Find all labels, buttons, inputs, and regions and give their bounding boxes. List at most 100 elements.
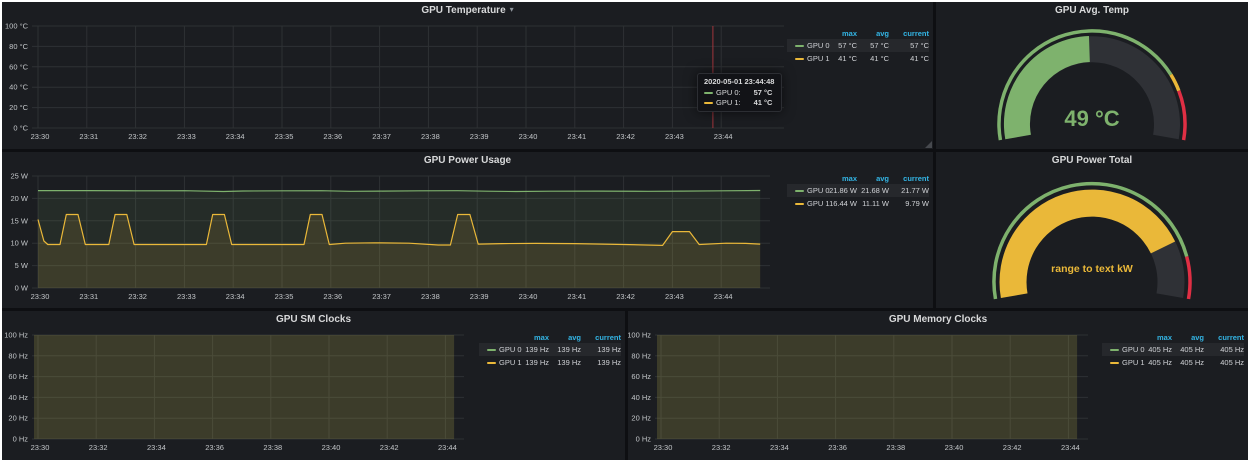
- legend-column-max: max: [1138, 332, 1172, 343]
- gauge-value: range to text kW: [936, 263, 1248, 275]
- tooltip-series-value: 57 °C: [754, 88, 773, 97]
- x-tick-label: 23:34: [770, 443, 789, 452]
- legend-value: 21.86 W: [823, 184, 857, 197]
- x-tick-label: 23:44: [714, 292, 733, 301]
- series-color-dash-icon: [795, 58, 804, 60]
- legend-series-gpu-1[interactable]: GPU 1: [787, 52, 823, 65]
- x-tick-label: 23:31: [79, 132, 98, 141]
- legend-value: 139 Hz: [549, 356, 581, 369]
- tooltip-series-label: GPU 1:: [716, 98, 741, 107]
- x-tick-label: 23:36: [205, 443, 224, 452]
- panel-header-gpu-sm-clocks[interactable]: GPU SM Clocks: [2, 311, 625, 327]
- series-color-dash-icon: [795, 45, 804, 47]
- series-line-gpu-0: [38, 191, 760, 192]
- y-tick-label: 0 Hz: [13, 435, 29, 444]
- x-tick-label: 23:30: [31, 292, 50, 301]
- legend-series-gpu-0[interactable]: GPU 0: [787, 184, 823, 197]
- series-color-dash-icon: [1110, 349, 1119, 351]
- screenshot-frame: GPU Temperature ▾ 0 °C20 °C40 °C60 °C80 …: [0, 0, 1250, 462]
- x-tick-label: 23:35: [275, 132, 294, 141]
- legend-series-gpu-1[interactable]: GPU 1: [787, 197, 823, 210]
- x-tick-label: 23:38: [263, 443, 282, 452]
- gpu_power_total-gauge-arc: [936, 168, 1248, 308]
- legend-table: maxavgcurrentGPU 0139 Hz139 Hz139 HzGPU …: [479, 332, 621, 369]
- x-tick-label: 23:42: [616, 132, 635, 141]
- panel-menu-caret-icon[interactable]: ▾: [510, 6, 514, 14]
- x-tick-label: 23:42: [1003, 443, 1022, 452]
- legend-table: maxavgcurrentGPU 0405 Hz405 Hz405 HzGPU …: [1102, 332, 1244, 369]
- legend-series-gpu-0[interactable]: GPU 0: [479, 343, 515, 356]
- gpu-temperature-legend: maxavgcurrentGPU 057 °C57 °C57 °CGPU 141…: [787, 18, 933, 149]
- legend-series-gpu-0[interactable]: GPU 0: [1102, 343, 1138, 356]
- x-tick-label: 23:40: [945, 443, 964, 452]
- x-tick-label: 23:43: [665, 292, 684, 301]
- y-tick-label: 80 °C: [9, 42, 28, 51]
- legend-column-avg: avg: [1172, 332, 1204, 343]
- panel-gpu-temperature: GPU Temperature ▾ 0 °C20 °C40 °C60 °C80 …: [2, 2, 933, 149]
- x-tick-label: 23:44: [438, 443, 457, 452]
- legend-value: 139 Hz: [581, 356, 621, 369]
- gpu-temperature-chart[interactable]: 0 °C20 °C40 °C60 °C80 °C100 °C23:3023:31…: [2, 18, 787, 149]
- panel-title: GPU SM Clocks: [276, 314, 351, 325]
- x-tick-label: 23:42: [616, 292, 635, 301]
- y-tick-label: 10 W: [10, 239, 28, 248]
- x-tick-label: 23:33: [177, 292, 196, 301]
- panel-header-gpu-temperature[interactable]: GPU Temperature ▾: [2, 2, 933, 18]
- x-tick-label: 23:30: [654, 443, 673, 452]
- gpu-power-usage-chart[interactable]: 0 W5 W10 W15 W20 W25 W23:3023:3123:3223:…: [2, 168, 787, 308]
- series-area-gpu-1: [657, 335, 1077, 439]
- panel-header-gpu-avg-temp[interactable]: GPU Avg. Temp: [936, 2, 1248, 18]
- y-tick-label: 100 °C: [5, 22, 29, 31]
- x-tick-label: 23:36: [323, 132, 342, 141]
- series-color-dash-icon: [795, 190, 804, 192]
- panel-title: GPU Temperature: [421, 5, 505, 16]
- panel-header-gpu-memory-clocks[interactable]: GPU Memory Clocks: [628, 311, 1248, 327]
- panel-header-gpu-power-usage[interactable]: GPU Power Usage: [2, 152, 933, 168]
- x-tick-label: 23:35: [275, 292, 294, 301]
- panel-title: GPU Avg. Temp: [1055, 5, 1129, 16]
- legend-value: 405 Hz: [1204, 356, 1244, 369]
- y-tick-label: 25 W: [10, 172, 28, 181]
- tooltip-row: GPU 0: 57 °C: [704, 88, 774, 97]
- legend-value: 139 Hz: [549, 343, 581, 356]
- panel-header-gpu-power-total[interactable]: GPU Power Total: [936, 152, 1248, 168]
- legend-column-max: max: [823, 173, 857, 184]
- panel-resize-handle[interactable]: [925, 141, 932, 148]
- legend-table: maxavgcurrentGPU 057 °C57 °C57 °CGPU 141…: [787, 28, 929, 65]
- legend-column-current: current: [889, 173, 929, 184]
- tooltip-timestamp: 2020-05-01 23:44:48: [704, 77, 774, 86]
- x-tick-label: 23:36: [828, 443, 847, 452]
- tooltip-series-label: GPU 0:: [716, 88, 741, 97]
- legend-series-gpu-0[interactable]: GPU 0: [787, 39, 823, 52]
- gpu-memory-clocks-chart[interactable]: 0 Hz20 Hz40 Hz60 Hz80 Hz100 Hz23:3023:32…: [628, 327, 1102, 460]
- gpu_memory_clocks-plot: 0 Hz20 Hz40 Hz60 Hz80 Hz100 Hz23:3023:32…: [628, 327, 1102, 458]
- y-tick-label: 0 °C: [13, 124, 28, 133]
- y-tick-label: 40 °C: [9, 83, 28, 92]
- legend-value: 405 Hz: [1172, 356, 1204, 369]
- x-tick-label: 23:34: [226, 292, 245, 301]
- y-tick-label: 80 Hz: [631, 351, 651, 360]
- legend-value: 139 Hz: [581, 343, 621, 356]
- series-color-dash-icon: [487, 349, 496, 351]
- legend-value: 139 Hz: [515, 343, 549, 356]
- grafana-dashboard: GPU Temperature ▾ 0 °C20 °C40 °C60 °C80 …: [2, 2, 1248, 460]
- legend-series-gpu-1[interactable]: GPU 1: [1102, 356, 1138, 369]
- x-tick-label: 23:36: [323, 292, 342, 301]
- chart-tooltip: 2020-05-01 23:44:48 GPU 0: 57 °C GPU 1: 41 …: [697, 73, 782, 112]
- panel-body: 0 W5 W10 W15 W20 W25 W23:3023:3123:3223:…: [2, 168, 933, 308]
- gpu-sm-clocks-legend: maxavgcurrentGPU 0139 Hz139 Hz139 HzGPU …: [479, 327, 625, 460]
- x-tick-label: 23:44: [1061, 443, 1080, 452]
- panel-body: 0 °C20 °C40 °C60 °C80 °C100 °C23:3023:31…: [2, 18, 933, 149]
- legend-table: maxavgcurrentGPU 021.86 W21.68 W21.77 WG…: [787, 173, 929, 210]
- x-tick-label: 23:42: [380, 443, 399, 452]
- gpu-sm-clocks-chart[interactable]: 0 Hz20 Hz40 Hz60 Hz80 Hz100 Hz23:3023:32…: [2, 327, 479, 460]
- legend-series-gpu-1[interactable]: GPU 1: [479, 356, 515, 369]
- y-tick-label: 20 W: [10, 194, 28, 203]
- legend-column-avg: avg: [549, 332, 581, 343]
- gpu-power-usage-legend: maxavgcurrentGPU 021.86 W21.68 W21.77 WG…: [787, 168, 933, 308]
- gpu_power_usage-plot: 0 W5 W10 W15 W20 W25 W23:3023:3123:3223:…: [2, 168, 787, 307]
- x-tick-label: 23:40: [519, 132, 538, 141]
- tooltip-series-value: 41 °C: [754, 98, 773, 107]
- legend-value: 405 Hz: [1172, 343, 1204, 356]
- legend-value: 139 Hz: [515, 356, 549, 369]
